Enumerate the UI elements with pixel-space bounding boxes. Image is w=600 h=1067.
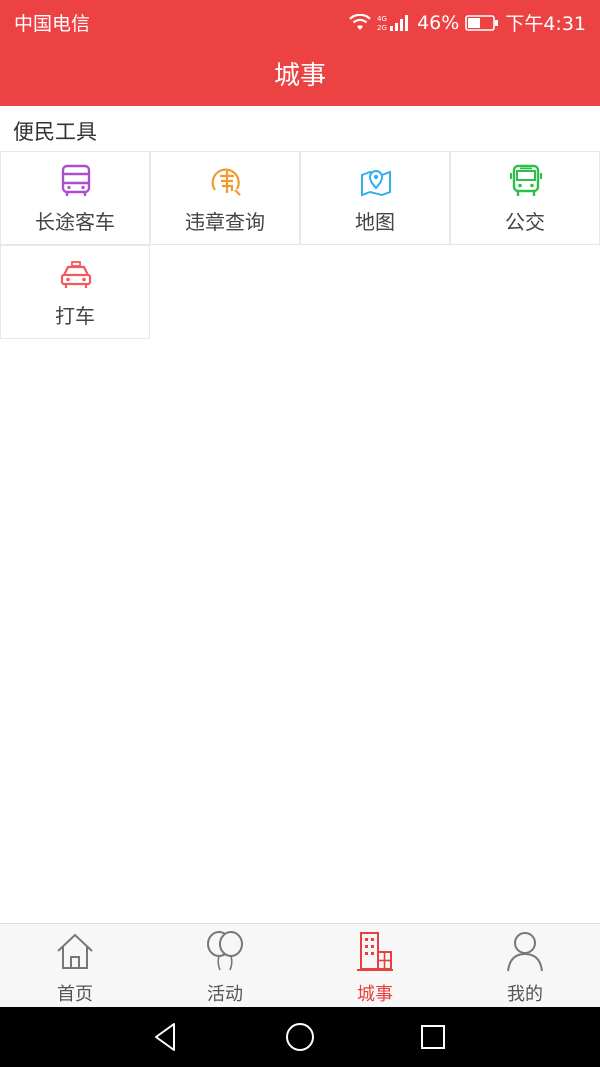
building-icon (355, 930, 395, 972)
balloon-icon (205, 930, 245, 972)
cellular-signal-icon: 4G 2G (377, 14, 411, 32)
tab-city-events[interactable]: 城事 (300, 924, 450, 1008)
traffic-violation-icon (209, 164, 243, 198)
city-bus-icon (509, 164, 543, 198)
bottom-tab-bar: 首页 活动 城事 我的 (0, 923, 600, 1007)
clock: 下午4:31 (505, 13, 586, 35)
system-navigation-bar (0, 1007, 600, 1067)
tool-label: 违章查询 (185, 210, 265, 234)
home-circle-icon[interactable] (284, 1021, 316, 1053)
page-title: 城事 (273, 60, 326, 91)
home-icon (55, 930, 95, 972)
profile-icon (505, 930, 545, 972)
tool-map[interactable]: 地图 (300, 151, 450, 245)
tool-traffic-violation[interactable]: 违章查询 (150, 151, 300, 245)
tab-profile[interactable]: 我的 (450, 924, 600, 1008)
title-bar: 城事 (0, 40, 600, 106)
tab-label: 我的 (507, 984, 543, 1005)
status-bar: 中国电信 4G 2G 46% 下午4:31 (0, 0, 600, 40)
wifi-icon (349, 13, 371, 32)
tab-label: 城事 (357, 984, 393, 1005)
tool-city-bus[interactable]: 公交 (450, 151, 600, 245)
tool-label: 地图 (355, 210, 395, 234)
tab-label: 活动 (207, 984, 243, 1005)
tab-label: 首页 (57, 984, 93, 1005)
tool-label: 打车 (55, 304, 95, 328)
tool-long-distance-bus[interactable]: 长途客车 (0, 151, 150, 245)
battery-icon (465, 14, 499, 31)
svg-text:4G: 4G (377, 15, 387, 23)
long-distance-bus-icon (59, 164, 93, 198)
recent-apps-icon[interactable] (417, 1021, 449, 1053)
tool-label: 长途客车 (35, 210, 115, 234)
section-title: 便民工具 (13, 120, 97, 144)
taxi-icon (59, 258, 93, 292)
tab-home[interactable]: 首页 (0, 924, 150, 1008)
status-icons: 4G 2G 46% 下午4:31 (349, 9, 586, 36)
back-icon[interactable] (150, 1021, 182, 1053)
tool-taxi[interactable]: 打车 (0, 245, 150, 339)
carrier-name: 中国电信 (14, 13, 91, 35)
battery-percent: 46% (417, 11, 460, 34)
tool-label: 公交 (505, 210, 545, 234)
tab-activities[interactable]: 活动 (150, 924, 300, 1008)
map-icon (359, 164, 393, 198)
svg-text:2G: 2G (377, 24, 387, 32)
